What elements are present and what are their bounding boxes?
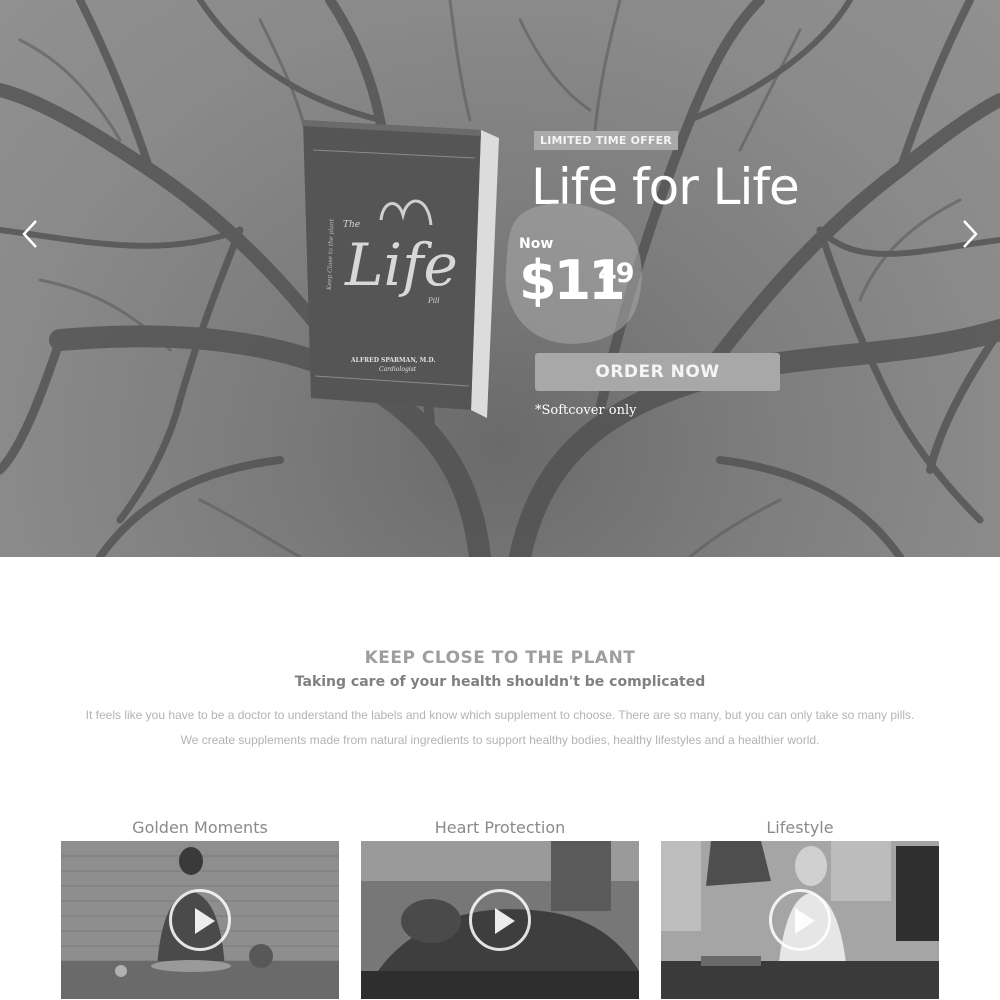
hero-slider: The Life Pill Keep Close to the plant AL… (0, 0, 1000, 557)
book-title-text: Life (344, 231, 458, 299)
softcover-note: *Softcover only (535, 403, 637, 418)
chevron-right-icon (963, 220, 978, 248)
play-icon[interactable] (169, 889, 231, 951)
chevron-left-icon (22, 220, 37, 248)
book-cover-image[interactable]: The Life Pill Keep Close to the plant AL… (303, 120, 503, 420)
play-icon[interactable] (769, 889, 831, 951)
book-pill-text: Pill (427, 297, 439, 305)
video-card-golden-moments: Golden Moments (61, 818, 339, 999)
section-heading: KEEP CLOSE TO THE PLANT (364, 648, 636, 668)
intro-paragraph-1: It feels like you have to be a doctor to… (85, 708, 915, 722)
video-title: Heart Protection (434, 818, 566, 837)
video-thumbnail[interactable] (361, 841, 639, 999)
video-title: Golden Moments (132, 818, 268, 837)
video-thumbnail[interactable] (661, 841, 939, 999)
book-author-text: ALFRED SPARMAN, M.D. (350, 357, 435, 364)
video-card-lifestyle: Lifestyle (661, 818, 939, 999)
slider-prev-button[interactable] (10, 212, 50, 256)
intro-paragraph-2: We create supplements made from natural … (180, 733, 820, 747)
video-card-heart-protection: Heart Protection (361, 818, 639, 999)
book-author-role-text: Cardiologist (379, 366, 417, 373)
section-subheading: Taking care of your health shouldn't be … (294, 674, 706, 690)
book-the-text: The (343, 220, 360, 230)
price-cents: 49 (598, 258, 635, 289)
limited-offer-badge: LIMITED TIME OFFER (534, 131, 678, 150)
order-now-button[interactable]: ORDER NOW (535, 353, 780, 391)
video-thumbnail[interactable] (61, 841, 339, 999)
video-title: Lifestyle (766, 818, 834, 837)
slider-next-button[interactable] (950, 212, 990, 256)
play-icon[interactable] (469, 889, 531, 951)
